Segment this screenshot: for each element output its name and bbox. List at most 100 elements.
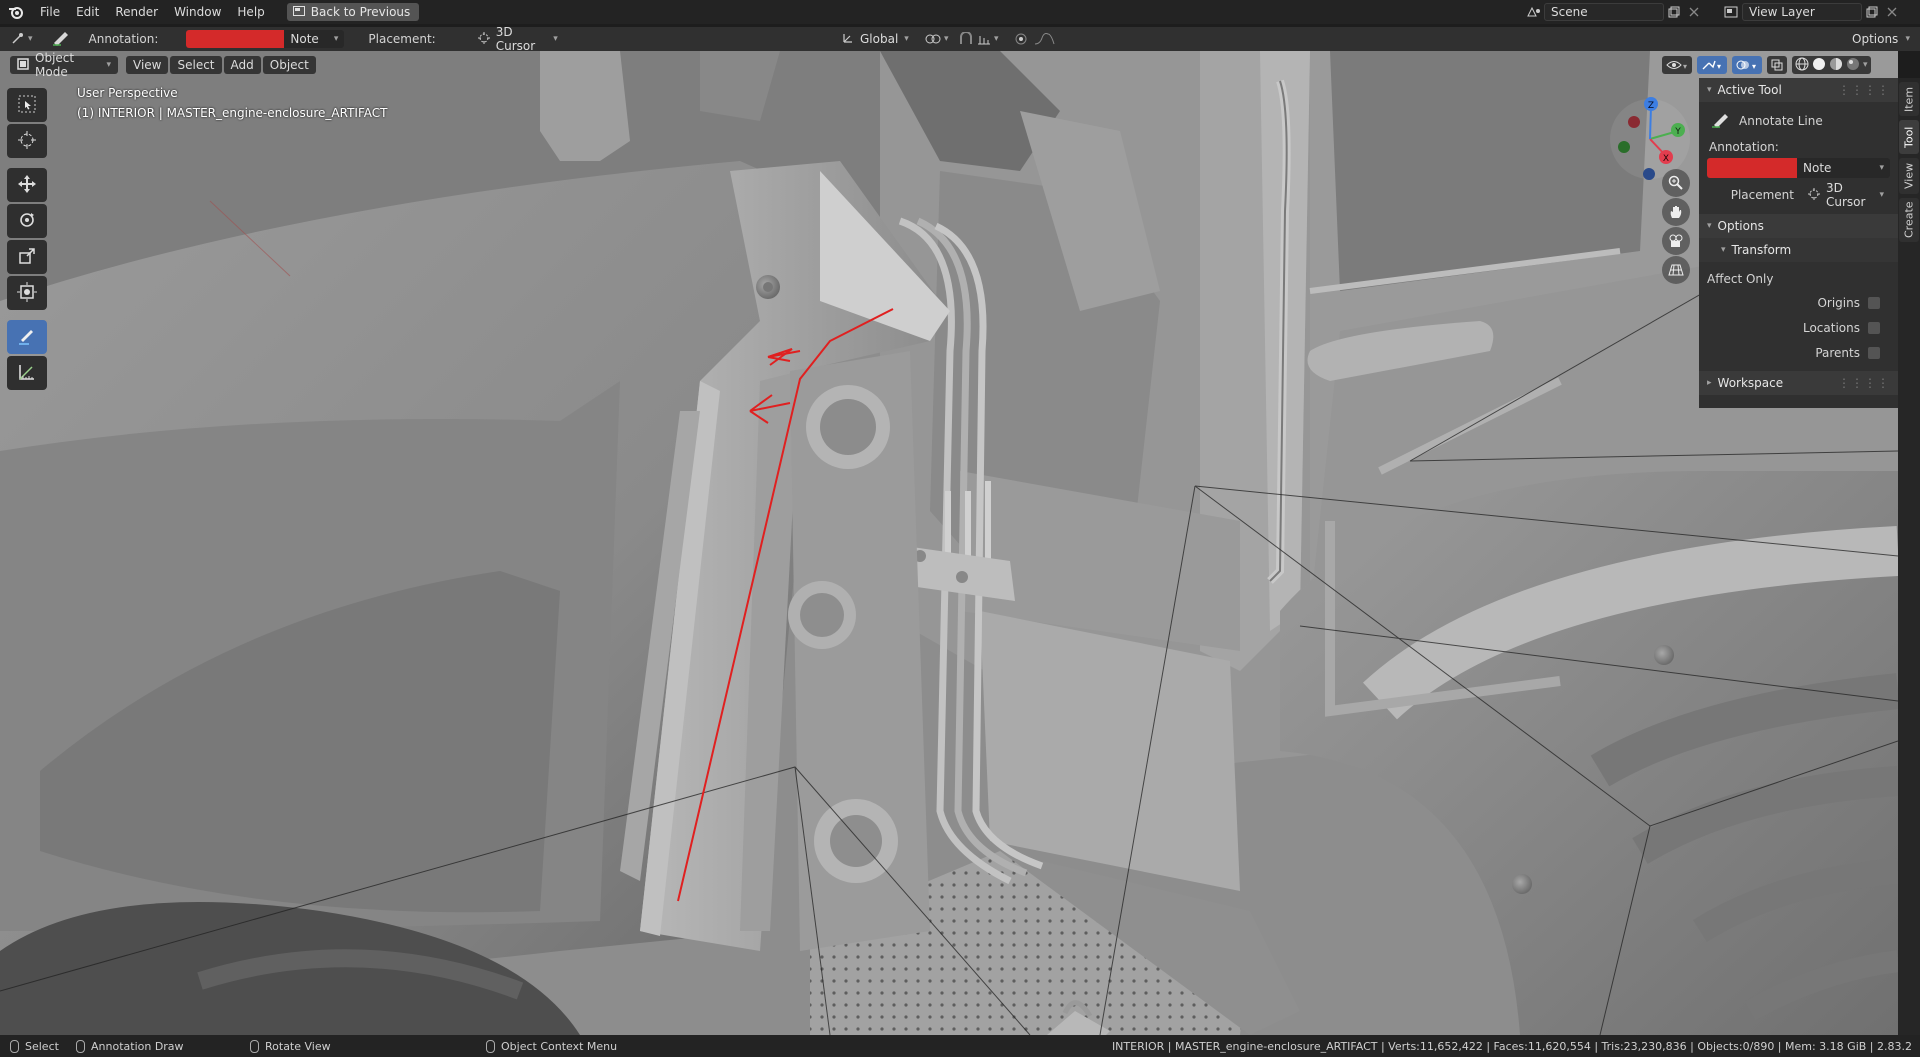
cursor-icon: [1808, 187, 1820, 203]
solid-shading-icon[interactable]: [1812, 57, 1826, 74]
mouse-left-icon: [10, 1039, 19, 1053]
remove-view-layer-icon[interactable]: [1882, 3, 1902, 21]
rotate-icon: [17, 210, 37, 233]
viewport-perspective-label: User Perspective: [77, 86, 178, 100]
pivot-point-icon[interactable]: ▾: [924, 33, 949, 45]
transform-header-label: Transform: [1731, 243, 1792, 257]
panel-placement-dropdown[interactable]: 3D Cursor ▾: [1802, 181, 1890, 209]
active-tool-panel-header[interactable]: ▾ Active Tool ⋮⋮⋮⋮: [1699, 78, 1898, 102]
options-dropdown[interactable]: Options ▾: [1846, 30, 1916, 48]
annotate-tool[interactable]: [7, 320, 47, 354]
mouse-middle-icon: [250, 1039, 259, 1053]
origins-checkbox[interactable]: [1868, 296, 1880, 309]
wireframe-shading-icon[interactable]: [1795, 57, 1809, 74]
panel-placement-value: 3D Cursor: [1826, 181, 1866, 209]
material-shading-icon[interactable]: [1829, 57, 1843, 74]
scale-tool[interactable]: [7, 240, 47, 274]
measure-ruler-icon: [17, 362, 37, 385]
options-label: Options: [1852, 32, 1899, 46]
pan-hand-icon[interactable]: [1662, 198, 1690, 226]
chevron-down-icon: ▾: [1879, 190, 1884, 200]
locations-checkbox[interactable]: [1868, 321, 1880, 334]
menu-file[interactable]: File: [32, 0, 68, 24]
drag-handle-icon[interactable]: ⋮⋮⋮⋮: [1838, 376, 1890, 390]
status-select-label: Select: [25, 1039, 59, 1053]
placement-value: 3D Cursor: [495, 25, 536, 53]
transform-orientation-dropdown[interactable]: Global ▾: [836, 30, 914, 48]
view-layer-icon[interactable]: [1722, 3, 1742, 21]
back-to-previous-button[interactable]: Back to Previous: [286, 3, 420, 21]
panel-annotation-layer-dropdown[interactable]: Note ▾: [1797, 158, 1890, 178]
transform-icon: [17, 281, 37, 305]
move-icon: [17, 174, 37, 197]
select-box-tool[interactable]: [7, 88, 47, 122]
tab-tool[interactable]: Tool: [1899, 120, 1919, 154]
camera-view-icon[interactable]: [1662, 227, 1690, 255]
annotation-layer-dropdown[interactable]: Note ▾: [284, 30, 345, 48]
snap-icon[interactable]: ▾: [958, 32, 999, 46]
editor-type-icon[interactable]: ▾: [10, 32, 33, 46]
screen-icon: [292, 5, 305, 19]
viewport-object-label: (1) INTERIOR | MASTER_engine-enclosure_A…: [77, 106, 388, 120]
annotation-color-swatch[interactable]: [186, 30, 285, 48]
annotate-tool-icon: [51, 30, 71, 49]
status-rotate-view: Rotate View: [250, 1039, 331, 1053]
move-tool[interactable]: [7, 168, 47, 202]
workspace-header-label: Workspace: [1717, 376, 1784, 390]
add-menu[interactable]: Add: [223, 56, 261, 74]
measure-tool[interactable]: [7, 356, 47, 390]
gizmo-toggle-icon[interactable]: ▾: [1697, 56, 1727, 74]
xray-toggle-icon[interactable]: [1767, 56, 1787, 74]
object-menu[interactable]: Object: [262, 56, 316, 74]
gizmo-y-label: Y: [1674, 127, 1681, 137]
menu-help[interactable]: Help: [229, 0, 272, 24]
chevron-down-icon: ▾: [1707, 221, 1712, 231]
drag-handle-icon[interactable]: ⋮⋮⋮⋮: [1838, 83, 1890, 97]
options-panel-header[interactable]: ▾ Options: [1699, 214, 1898, 238]
cursor-tool[interactable]: [7, 124, 47, 158]
tab-create[interactable]: Create: [1899, 198, 1919, 242]
transform-subpanel-header[interactable]: ▾ Transform: [1699, 238, 1898, 262]
menu-render[interactable]: Render: [107, 0, 166, 24]
new-view-layer-icon[interactable]: [1862, 3, 1882, 21]
tab-view[interactable]: View: [1899, 158, 1919, 194]
overlays-icon[interactable]: ▾: [1732, 56, 1762, 74]
status-annotation-draw-label: Annotation Draw: [91, 1039, 184, 1053]
rendered-shading-icon[interactable]: [1846, 57, 1860, 74]
status-rotate-view-label: Rotate View: [265, 1039, 331, 1053]
rotate-tool[interactable]: [7, 204, 47, 238]
proportional-editing-icon[interactable]: [1014, 32, 1056, 46]
orientation-icon: [842, 32, 854, 47]
placement-dropdown[interactable]: 3D Cursor ▾: [472, 25, 564, 53]
remove-scene-icon[interactable]: [1684, 3, 1704, 21]
chevron-down-icon: ▾: [904, 34, 909, 44]
new-scene-icon[interactable]: [1664, 3, 1684, 21]
object-mode-dropdown[interactable]: Object Mode ▾: [10, 51, 118, 79]
zoom-icon[interactable]: [1662, 169, 1690, 197]
object-mode-icon: [17, 57, 29, 73]
chevron-down-icon: ▾: [1863, 60, 1868, 70]
view-layer-field[interactable]: View Layer: [1742, 3, 1862, 21]
transform-tool[interactable]: [7, 276, 47, 310]
workspace-panel-header[interactable]: ▸ Workspace ⋮⋮⋮⋮: [1699, 371, 1898, 395]
shading-mode-group[interactable]: ▾: [1792, 56, 1871, 74]
menu-window[interactable]: Window: [166, 0, 229, 24]
select-menu[interactable]: Select: [170, 56, 222, 74]
menu-edit[interactable]: Edit: [68, 0, 107, 24]
panel-annotation-layer-value: Note: [1803, 161, 1832, 175]
chevron-right-icon: ▸: [1707, 378, 1712, 388]
3d-viewport[interactable]: User Perspective (1) INTERIOR | MASTER_e…: [0, 51, 1898, 1035]
scene-name-field[interactable]: Scene: [1544, 3, 1664, 21]
3d-cursor-icon: [17, 130, 37, 153]
affect-only-label: Affect Only: [1707, 272, 1774, 286]
tab-item[interactable]: Item: [1899, 82, 1919, 116]
perspective-toggle-icon[interactable]: [1662, 256, 1690, 284]
blender-logo-icon[interactable]: [0, 0, 32, 24]
sidebar-tabs: Item Tool View Create: [1898, 78, 1920, 1038]
scene-selector-icon[interactable]: [1524, 3, 1544, 21]
visibility-eye-icon[interactable]: ▾: [1662, 56, 1692, 74]
panel-annotation-color-swatch[interactable]: [1707, 158, 1797, 178]
view-menu[interactable]: View: [126, 56, 169, 74]
parents-checkbox[interactable]: [1868, 346, 1880, 359]
panel-placement-row: Placement 3D Cursor ▾: [1707, 181, 1890, 209]
